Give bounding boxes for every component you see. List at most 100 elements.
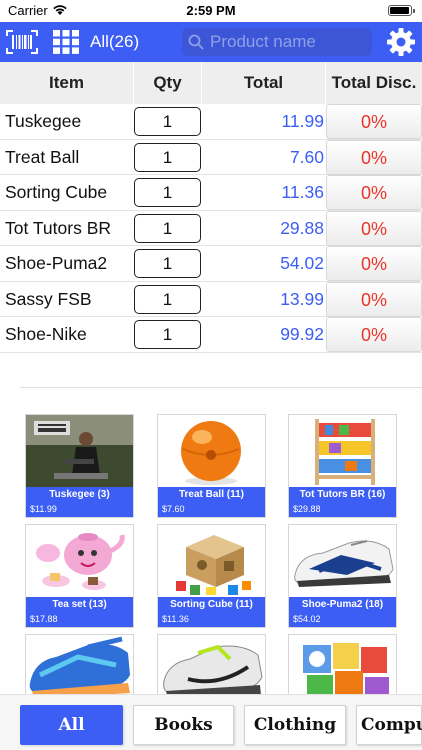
discount-button[interactable]: 0%: [326, 175, 422, 210]
product-price: $17.88: [30, 614, 58, 624]
product-name-text: Tot Tutors BR: [299, 489, 365, 500]
row-item-name: Treat Ball: [5, 146, 80, 167]
product-name: Shoe-Puma2 (18): [289, 599, 396, 610]
row-item-name: Shoe-Puma2: [5, 253, 108, 273]
product-label: Tuskegee (3) $11.99: [26, 487, 133, 517]
product-label: Tot Tutors BR (16) $29.88: [289, 487, 396, 517]
product-image-sassy-blocks: [289, 635, 396, 694]
product-label: Shoe-Puma2 (18) $54.02: [289, 597, 396, 627]
category-count-label[interactable]: All(26): [90, 32, 139, 52]
tab-books[interactable]: Books: [133, 705, 234, 745]
product-image-sorting-cube: [158, 525, 265, 597]
search-icon: [188, 34, 204, 50]
product-card[interactable]: Tot Tutors BR (16) $29.88: [288, 414, 397, 518]
table-row[interactable]: Tot Tutors BR 1 29.88 0%: [0, 210, 422, 246]
header-qty[interactable]: Qty: [134, 62, 202, 104]
table-row[interactable]: Sorting Cube 1 11.36 0%: [0, 175, 422, 211]
product-label: Sorting Cube (11) $11.36: [158, 597, 265, 627]
header-total[interactable]: Total: [202, 62, 326, 104]
discount-button[interactable]: 0%: [326, 317, 422, 352]
product-card[interactable]: Shoe-Puma2 (18) $54.02: [288, 524, 397, 628]
top-toolbar: All(26): [0, 22, 422, 62]
product-name-text: Treat Ball: [178, 489, 224, 500]
product-price: $11.99: [30, 504, 57, 514]
grid-view-icon[interactable]: [52, 29, 80, 55]
product-name-text: Sorting Cube: [170, 599, 233, 610]
header-item[interactable]: Item: [0, 62, 134, 104]
product-label: Treat Ball (11) $7.60: [158, 487, 265, 517]
qty-field[interactable]: 1: [134, 178, 201, 207]
row-total: 54.02: [280, 253, 324, 273]
product-count: (11): [226, 489, 245, 500]
product-image-tot-tutors: [289, 415, 396, 487]
product-name: Tuskegee (3): [26, 489, 133, 500]
section-divider: [20, 387, 422, 388]
product-grid: Tuskegee (3) $11.99 Treat Ball (11) $7.6…: [0, 412, 422, 694]
row-item-name: Sorting Cube: [5, 182, 108, 202]
product-name-text: Tea set: [52, 599, 87, 610]
product-card[interactable]: [25, 634, 134, 694]
product-name: Treat Ball (11): [158, 489, 265, 500]
product-image-tuskegee: [26, 415, 133, 487]
product-card[interactable]: Tea set (13) $17.88: [25, 524, 134, 628]
product-card[interactable]: Treat Ball (11) $7.60: [157, 414, 266, 518]
product-count: (16): [367, 489, 386, 500]
row-total: 7.60: [289, 146, 324, 167]
table-header: Item Qty Total Total Disc.: [0, 62, 422, 104]
product-image-tea-set: [26, 525, 133, 597]
product-card[interactable]: [157, 634, 266, 694]
product-count: (18): [365, 599, 384, 610]
row-total: 29.88: [280, 217, 324, 238]
settings-gear-icon[interactable]: [386, 27, 416, 57]
product-price: $11.36: [162, 614, 189, 624]
clock: 2:59 PM: [186, 3, 236, 18]
qty-field[interactable]: 1: [134, 284, 201, 314]
row-total: 13.99: [280, 288, 324, 309]
product-count: (11): [235, 599, 253, 610]
product-card[interactable]: [288, 634, 397, 694]
discount-button[interactable]: 0%: [326, 281, 422, 317]
qty-field[interactable]: 1: [134, 320, 201, 349]
category-tabbar: All Books Clothing Compu: [0, 694, 422, 750]
product-card[interactable]: Tuskegee (3) $11.99: [25, 414, 134, 518]
row-item-name: Shoe-Nike: [5, 324, 87, 344]
product-name: Tot Tutors BR (16): [289, 489, 396, 500]
tab-all[interactable]: All: [20, 705, 123, 745]
search-input[interactable]: [210, 30, 368, 54]
qty-field[interactable]: 1: [134, 107, 201, 136]
table-row[interactable]: Sassy FSB 1 13.99 0%: [0, 281, 422, 317]
row-item-name: Sassy FSB: [5, 288, 92, 309]
product-count: (13): [88, 599, 107, 610]
qty-field[interactable]: 1: [134, 249, 201, 278]
discount-button[interactable]: 0%: [326, 104, 422, 139]
qty-field[interactable]: 1: [134, 142, 201, 172]
table-row[interactable]: Tuskegee 1 11.99 0%: [0, 104, 422, 140]
tab-clothing[interactable]: Clothing: [244, 705, 346, 745]
table-row[interactable]: Shoe-Puma2 1 54.02 0%: [0, 246, 422, 282]
product-price: $54.02: [293, 614, 321, 624]
status-bar: Carrier 2:59 PM: [0, 0, 422, 22]
discount-button[interactable]: 0%: [326, 210, 422, 246]
row-total: 11.99: [281, 111, 325, 131]
header-total-discount[interactable]: Total Disc.: [326, 62, 422, 104]
row-item-name: Tot Tutors BR: [5, 217, 112, 238]
discount-button[interactable]: 0%: [326, 246, 422, 281]
row-item-name: Tuskegee: [5, 111, 82, 131]
cart-table: Tuskegee 1 11.99 0% Treat Ball 1 7.60 0%…: [0, 104, 422, 353]
product-image-shoe-puma: [289, 525, 396, 597]
table-row[interactable]: Shoe-Nike 1 99.92 0%: [0, 317, 422, 353]
barcode-scanner-icon[interactable]: [6, 30, 38, 54]
row-total: 99.92: [280, 324, 324, 344]
product-image-treat-ball: [158, 415, 265, 487]
table-row[interactable]: Treat Ball 1 7.60 0%: [0, 139, 422, 175]
product-card[interactable]: Sorting Cube (11) $11.36: [157, 524, 266, 628]
discount-button[interactable]: 0%: [326, 139, 422, 175]
product-name: Tea set (13): [26, 599, 133, 610]
search-box[interactable]: [182, 28, 372, 56]
product-price: $29.88: [293, 504, 321, 514]
battery-icon: [388, 5, 415, 16]
row-total: 11.36: [281, 182, 325, 202]
tab-computers[interactable]: Compu: [356, 705, 422, 745]
qty-field[interactable]: 1: [134, 213, 201, 243]
product-count: (3): [97, 489, 110, 500]
